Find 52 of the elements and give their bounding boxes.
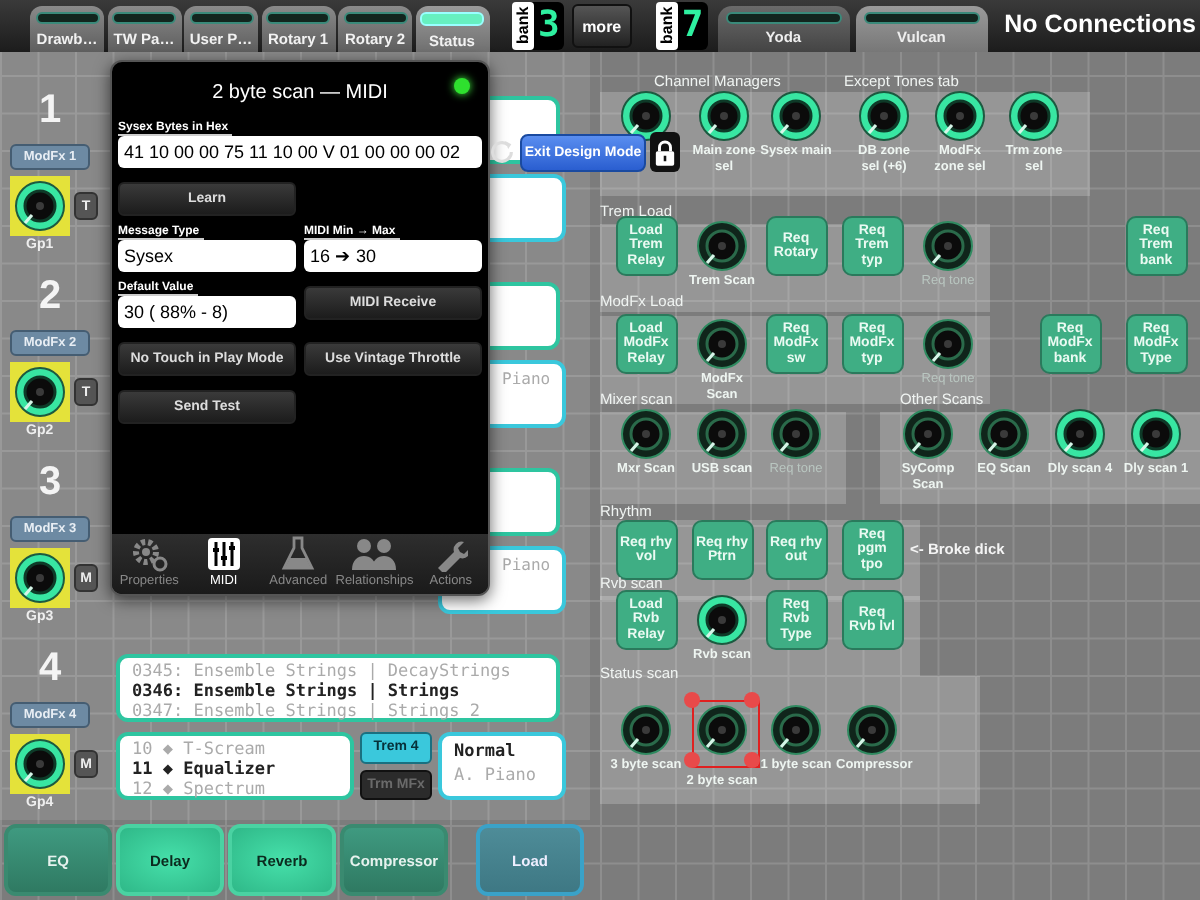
input-field[interactable]: Sysex (118, 240, 296, 272)
row-number: 3 (36, 458, 64, 508)
knob[interactable] (696, 594, 748, 646)
connection-status: No Connections (1004, 10, 1196, 38)
input-field[interactable]: 30 ( 88% - 8) (118, 296, 296, 328)
people-icon (350, 536, 399, 572)
knob[interactable] (620, 704, 672, 756)
knob[interactable] (770, 90, 822, 142)
bank-number: 7 (679, 1, 706, 49)
dialog-title: 2 byte scan — MIDI (212, 81, 388, 103)
knob[interactable] (696, 220, 748, 272)
voice-text: A. Piano (454, 764, 538, 788)
row-number: 1 (36, 86, 64, 136)
patch-list[interactable]: 0345: Ensemble Strings | DecayStrings 0346: Ensemble Strings | Strings 0347: Ensemble Strings | Strings 2 (116, 654, 560, 722)
knob[interactable] (770, 704, 822, 756)
knob[interactable] (934, 90, 986, 142)
effect-item[interactable]: 11 ◆ Equalizer (132, 760, 338, 780)
knob[interactable] (696, 318, 748, 370)
knob[interactable] (698, 90, 750, 142)
knob[interactable] (858, 90, 910, 142)
group-knob[interactable] (10, 734, 70, 794)
knob[interactable] (902, 408, 954, 460)
gear-icon (129, 536, 170, 572)
knob[interactable] (846, 704, 898, 756)
more-button[interactable]: more (571, 4, 632, 48)
row-number: 2 (36, 272, 64, 322)
voice-text: Normal (454, 740, 518, 764)
row-number: 4 (36, 644, 64, 694)
bank-label: bank (512, 1, 534, 49)
knob[interactable] (620, 408, 672, 460)
flask-icon (280, 536, 317, 572)
input-field[interactable]: 16 ➔ 30 (304, 240, 482, 272)
sliders-icon (205, 536, 242, 572)
voice-box[interactable]: Normal A. Piano (438, 732, 566, 800)
input-field[interactable]: 41 10 00 00 75 11 10 00 V 01 00 00 00 02 (118, 136, 482, 168)
bank-label: bank (655, 1, 678, 49)
voice-text: Piano (500, 554, 553, 578)
knob[interactable] (1008, 90, 1060, 142)
voice-text: Piano (500, 368, 553, 392)
refresh-icon (488, 138, 516, 166)
knob[interactable] (1054, 408, 1106, 460)
group-knob[interactable] (10, 176, 70, 236)
group-knob[interactable] (10, 548, 70, 608)
group-knob[interactable] (10, 362, 70, 422)
knob[interactable] (696, 408, 748, 460)
knob[interactable] (684, 692, 760, 768)
effect-list[interactable]: 10 ◆ T-Scream 11 ◆ Equalizer 12 ◆ Spectrum (116, 732, 354, 800)
lock-icon[interactable] (650, 132, 680, 172)
bank-number: 3 (536, 1, 562, 49)
knob[interactable] (978, 408, 1030, 460)
patch-item[interactable]: 0346: Ensemble Strings | Strings (132, 682, 544, 702)
knob[interactable] (1130, 408, 1182, 460)
